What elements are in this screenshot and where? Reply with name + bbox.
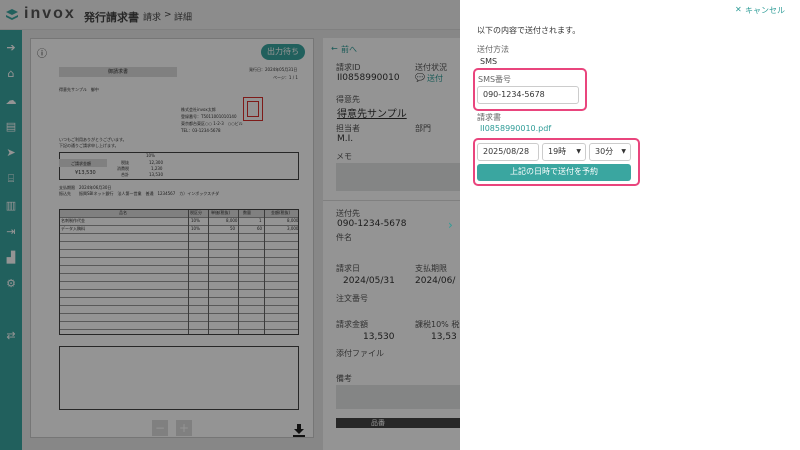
close-icon[interactable]: ✕ — [735, 5, 742, 14]
hour-value: 19時 — [548, 147, 567, 156]
send-date-input[interactable]: 2025/08/28 — [477, 143, 539, 161]
cancel-link[interactable]: キャンセル — [745, 5, 785, 16]
send-panel: ✕ キャンセル 以下の内容で送付されます。 送付方法 SMS SMS番号 090… — [460, 0, 800, 450]
panel-intro: 以下の内容で送付されます。 — [477, 26, 581, 35]
minute-value: 30分 — [595, 147, 614, 156]
invoice-file-label: 請求書 — [477, 113, 501, 122]
schedule-send-button[interactable]: 上記の日時で送付を予約 — [477, 164, 631, 181]
sms-number-input[interactable]: 090-1234-5678 — [477, 86, 579, 104]
minute-select[interactable]: 30分 ▼ — [589, 143, 631, 161]
invoice-file-link[interactable]: II0858990010.pdf — [480, 124, 551, 133]
hour-select[interactable]: 19時 ▼ — [542, 143, 586, 161]
method-value: SMS — [480, 57, 498, 66]
caret-down-icon: ▼ — [621, 148, 626, 155]
sms-number-label: SMS番号 — [478, 75, 512, 84]
modal-backdrop[interactable]: › — [0, 0, 460, 450]
chevron-right-icon[interactable]: › — [448, 218, 453, 232]
method-label: 送付方法 — [477, 45, 509, 54]
caret-down-icon: ▼ — [576, 148, 581, 155]
